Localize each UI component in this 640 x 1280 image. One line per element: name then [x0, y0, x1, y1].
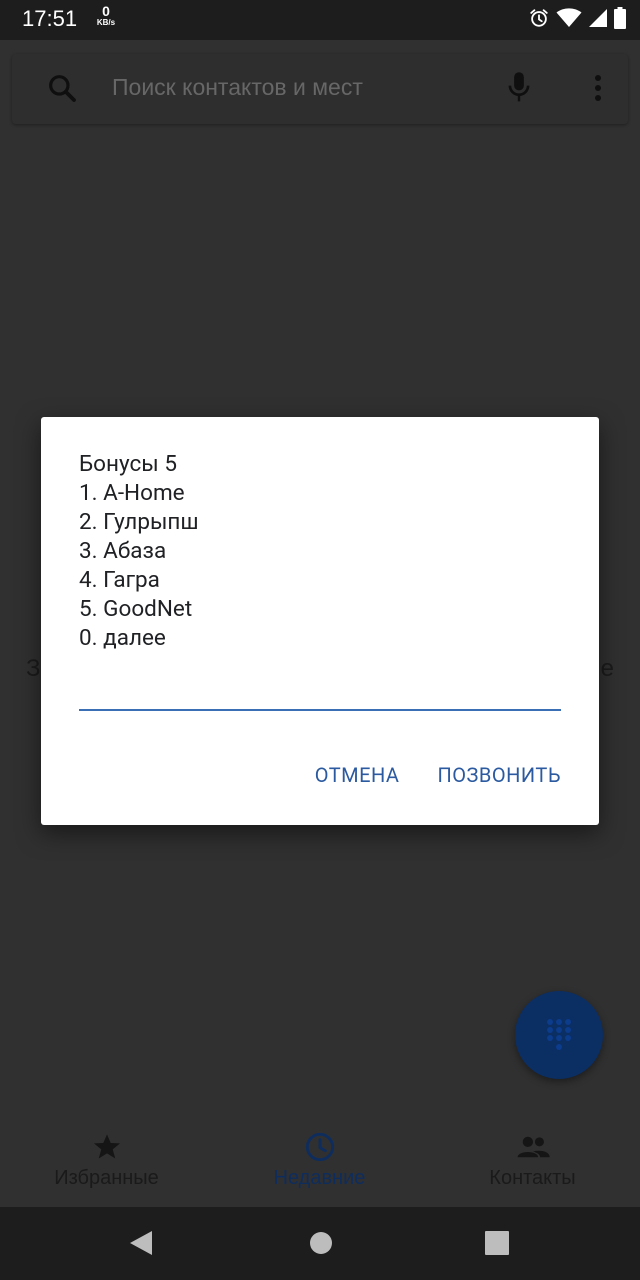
mic-icon[interactable] [506, 71, 532, 105]
net-speed-indicator: 0 KB/s [93, 4, 119, 27]
call-button[interactable]: ПОЗВОНИТЬ [437, 763, 561, 787]
search-placeholder: Поиск контактов и мест [112, 74, 363, 100]
phone-screen: 17:51 0 KB/s Поиск контактов и мест З е … [0, 0, 640, 1280]
nav-tab-contacts[interactable]: Контакты [426, 1115, 639, 1207]
status-clock: 17:51 [22, 6, 78, 31]
system-navigation-bar [0, 1207, 640, 1280]
nav-tab-recents[interactable]: Недавние [213, 1115, 426, 1207]
ussd-message: Бонусы 5 1. A-Home 2. Гулрыпш 3. Абаза 4… [79, 450, 199, 653]
empty-state-left: З [26, 655, 41, 682]
clock-icon [305, 1132, 334, 1162]
nav-tab-favorites-label: Избранные [54, 1167, 159, 1189]
ussd-message-line: 2. Гулрыпш [79, 509, 199, 535]
cell-signal-icon [589, 9, 607, 27]
ussd-message-line: 4. Гагра [79, 567, 160, 593]
ussd-message-line: 0. далее [79, 625, 166, 651]
battery-icon [614, 7, 626, 29]
cancel-button[interactable]: ОТМЕНА [315, 763, 400, 787]
dialpad-fab[interactable] [515, 991, 603, 1079]
ussd-message-line: 1. A-Home [79, 480, 185, 506]
ussd-reply-input[interactable] [79, 667, 561, 711]
ussd-message-line: 5. GoodNet [79, 596, 193, 622]
status-icons [528, 7, 626, 29]
search-bar[interactable]: Поиск контактов и мест [12, 54, 628, 124]
wifi-icon [556, 8, 582, 27]
alarm-icon [530, 9, 548, 27]
recents-icon[interactable] [484, 1229, 510, 1257]
nav-tab-favorites[interactable]: Избранные [0, 1115, 213, 1207]
people-icon [517, 1136, 550, 1158]
ussd-message-line: 3. Абаза [79, 538, 167, 564]
search-icon [49, 75, 76, 102]
ussd-dialog: Бонусы 5 1. A-Home 2. Гулрыпш 3. Абаза 4… [41, 417, 599, 825]
empty-state-right: е [600, 655, 614, 682]
nav-tab-contacts-label: Контакты [489, 1167, 576, 1189]
nav-tab-recents-label: Недавние [273, 1167, 366, 1189]
more-vert-icon[interactable] [594, 74, 602, 102]
star-icon [93, 1134, 120, 1159]
back-icon[interactable] [128, 1229, 154, 1257]
ussd-message-line: Бонусы 5 [79, 451, 177, 477]
net-speed-value: 0 [102, 3, 110, 19]
dialpad-icon [547, 1019, 571, 1050]
bottom-navigation: Избранные Недавние Контакты [0, 1115, 640, 1207]
dialog-actions: ОТМЕНА ПОЗВОНИТЬ [315, 763, 561, 787]
home-icon[interactable] [308, 1229, 334, 1257]
net-speed-unit: KB/s [96, 18, 116, 27]
status-bar: 17:51 0 KB/s [0, 0, 640, 40]
